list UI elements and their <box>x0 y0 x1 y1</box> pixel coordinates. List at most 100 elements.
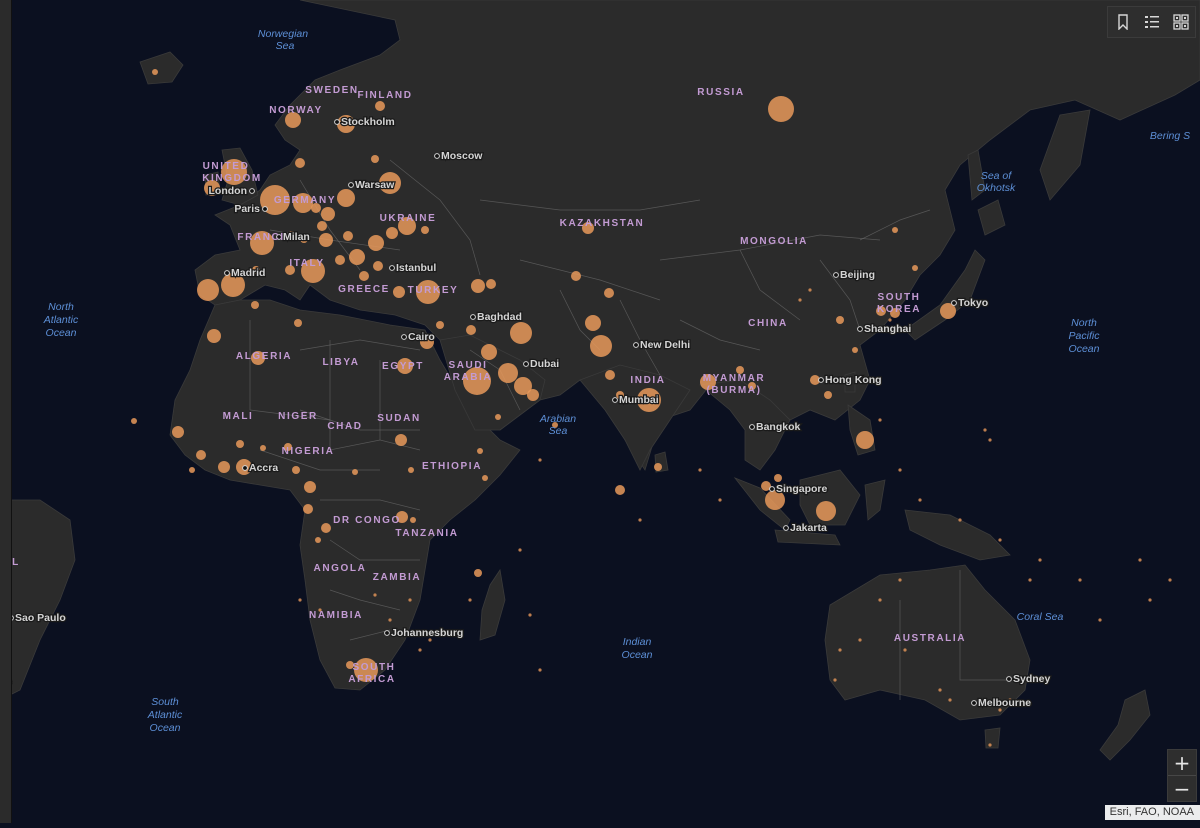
data-circle[interactable] <box>315 537 321 543</box>
data-circle[interactable] <box>768 96 794 122</box>
data-circle[interactable] <box>373 261 383 271</box>
country-label-tanzania: TANZANIA <box>395 528 458 539</box>
zoom-in-button[interactable]: + <box>1168 750 1196 775</box>
data-circle[interactable] <box>510 322 532 344</box>
data-circle[interactable] <box>824 391 832 399</box>
data-circle[interactable] <box>654 463 662 471</box>
data-circle[interactable] <box>615 485 625 495</box>
country-label-niger: NIGER <box>278 411 318 422</box>
data-circle[interactable] <box>371 155 379 163</box>
basemap-gallery-button[interactable] <box>1166 7 1195 37</box>
data-circle[interactable] <box>856 431 874 449</box>
data-circle[interactable] <box>395 434 407 446</box>
data-circle[interactable] <box>131 418 137 424</box>
data-circle[interactable] <box>482 475 488 481</box>
city-label-paris: Paris <box>234 203 260 215</box>
city-dot <box>951 300 957 306</box>
data-circle[interactable] <box>292 466 300 474</box>
data-circle[interactable] <box>892 227 898 233</box>
bookmark-button[interactable] <box>1108 7 1137 37</box>
data-circle[interactable] <box>421 226 429 234</box>
data-circle[interactable] <box>368 235 384 251</box>
data-circle[interactable] <box>477 448 483 454</box>
data-point-small <box>1038 558 1042 562</box>
city-label-shanghai: Shanghai <box>864 323 911 335</box>
map-attribution[interactable]: Esri, FAO, NOAA <box>1104 805 1200 820</box>
data-circle[interactable] <box>474 569 482 577</box>
data-circle[interactable] <box>196 450 206 460</box>
country-label-france: FRANCE <box>237 232 288 243</box>
data-point-small <box>1138 558 1142 562</box>
data-circle[interactable] <box>836 316 844 324</box>
country-label-greece: GREECE <box>338 284 390 295</box>
country-label-l: L <box>12 557 20 568</box>
data-point-small <box>418 648 422 652</box>
data-circle[interactable] <box>852 347 858 353</box>
left-frame-edge <box>11 0 12 823</box>
data-point-small <box>518 548 522 552</box>
data-circle[interactable] <box>319 233 333 247</box>
data-circle[interactable] <box>912 265 918 271</box>
data-circle[interactable] <box>436 321 444 329</box>
data-circle[interactable] <box>337 189 355 207</box>
data-circle[interactable] <box>349 249 365 265</box>
data-point-small <box>988 743 992 747</box>
data-circle[interactable] <box>218 461 230 473</box>
map-canvas[interactable]: NORWAYSWEDENFINLANDUNITED KINGDOMGERMANYF… <box>0 0 1200 823</box>
data-circle[interactable] <box>321 523 331 533</box>
data-circle[interactable] <box>352 469 358 475</box>
map-view[interactable]: NORWAY SWEDEN FINLAND UNITED KINGDOM GERMANY F… <box>0 0 1200 823</box>
data-circle[interactable] <box>251 301 259 309</box>
data-circle[interactable] <box>294 319 302 327</box>
city-dot <box>249 188 255 194</box>
country-label-zambia: ZAMBIA <box>373 572 421 583</box>
data-circle[interactable] <box>495 414 501 420</box>
data-circle[interactable] <box>585 315 601 331</box>
data-circle[interactable] <box>152 69 158 75</box>
data-circle[interactable] <box>604 288 614 298</box>
data-point-small <box>938 688 942 692</box>
data-circle[interactable] <box>481 344 497 360</box>
data-circle[interactable] <box>605 370 615 380</box>
data-circle[interactable] <box>197 279 219 301</box>
grid-icon <box>1172 14 1189 30</box>
data-circle[interactable] <box>393 286 405 298</box>
data-circle[interactable] <box>303 504 313 514</box>
data-circle[interactable] <box>236 440 244 448</box>
data-circle[interactable] <box>321 207 335 221</box>
data-circle[interactable] <box>816 501 836 521</box>
data-circle[interactable] <box>172 426 184 438</box>
data-circle[interactable] <box>408 467 414 473</box>
data-circle[interactable] <box>343 231 353 241</box>
data-circle[interactable] <box>386 227 398 239</box>
data-circle[interactable] <box>590 335 612 357</box>
data-circle[interactable] <box>466 325 476 335</box>
data-point-small <box>1148 598 1152 602</box>
zoom-out-button[interactable]: − <box>1168 776 1196 801</box>
data-circle[interactable] <box>375 101 385 111</box>
legend-button[interactable] <box>1137 7 1166 37</box>
data-point-small <box>958 518 962 522</box>
data-circle[interactable] <box>410 517 416 523</box>
data-circle[interactable] <box>471 279 485 293</box>
city-label-london: London <box>209 185 247 197</box>
data-circle[interactable] <box>486 279 496 289</box>
data-circle[interactable] <box>527 389 539 401</box>
data-circle[interactable] <box>295 158 305 168</box>
data-circle[interactable] <box>260 445 266 451</box>
data-circle[interactable] <box>571 271 581 281</box>
country-label-saudi-arabia: SAUDI ARABIA <box>444 360 493 383</box>
data-circle[interactable] <box>207 329 221 343</box>
data-circle[interactable] <box>498 363 518 383</box>
country-label-dr-congo: DR CONGO <box>333 515 401 526</box>
data-circle[interactable] <box>774 474 782 482</box>
data-point-small <box>408 598 412 602</box>
data-circle[interactable] <box>335 255 345 265</box>
data-circle[interactable] <box>317 221 327 231</box>
data-point-small <box>918 498 922 502</box>
city-dot <box>434 153 440 159</box>
data-circle[interactable] <box>189 467 195 473</box>
data-circle[interactable] <box>359 271 369 281</box>
data-circle[interactable] <box>304 481 316 493</box>
city-dot <box>818 377 824 383</box>
